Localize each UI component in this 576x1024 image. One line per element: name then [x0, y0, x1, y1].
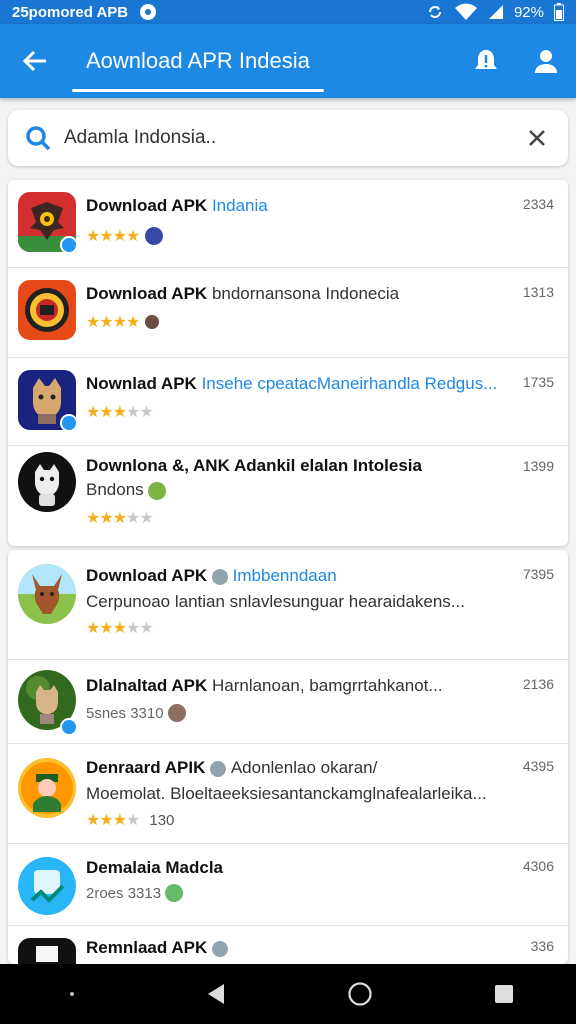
- mascot-app-icon: [18, 452, 76, 512]
- nav-menu-button[interactable]: [42, 964, 102, 1024]
- item-desc: Bndons: [86, 480, 167, 500]
- item-title: Download APK Imbbenndaan: [86, 566, 337, 585]
- editor-badge-icon: [145, 227, 164, 245]
- search-input[interactable]: [64, 127, 522, 149]
- results-card: Download APK Imbbenndaan Cerpunoao lanti…: [8, 550, 568, 964]
- item-title: Nownlad APK Insehe cpeatacManeirhandla R…: [86, 374, 498, 393]
- system-nav-bar: [0, 964, 576, 1024]
- list-item[interactable]: Download APK Imbbenndaan Cerpunoao lanti…: [8, 550, 568, 660]
- item-title: Download APK bndornansona Indonecia: [86, 284, 400, 303]
- tab-indicator: [72, 89, 324, 92]
- profile-button[interactable]: [516, 24, 576, 98]
- item-desc: Cerpunoao lantian snlavlesunguar hearaid…: [86, 592, 465, 611]
- search-icon[interactable]: [24, 124, 52, 152]
- character-app-icon: [18, 758, 76, 818]
- list-item[interactable]: Demalaia Madcla 2roes 3313 4306: [8, 844, 568, 926]
- results-card: Download APK Indania ★★★★ 2334 Download …: [8, 180, 568, 546]
- notification-button[interactable]: [456, 24, 516, 98]
- battery-icon: [554, 3, 564, 21]
- rating-stars: ★★★★★: [86, 620, 154, 637]
- item-title: Remnlaad APK: [86, 938, 228, 958]
- dot-icon: [70, 992, 74, 996]
- item-title: Denraard APIK Adonlenlao okaran/: [86, 758, 378, 777]
- rating-count: 130: [149, 811, 175, 829]
- blue-round-app-icon: [18, 856, 76, 916]
- status-icons: 92%: [426, 3, 564, 21]
- nav-back-button[interactable]: [186, 964, 246, 1024]
- item-title: Download APK Indania: [86, 196, 268, 215]
- clear-search-button[interactable]: [522, 123, 552, 153]
- list-item[interactable]: Downlona &, ANK Adankil elalan Intolesia…: [8, 446, 568, 546]
- item-title: Dlalnaltad APK Harnlanoan, bamgrrtahkano…: [86, 676, 443, 695]
- rating-stars: ★★★★: [86, 226, 164, 246]
- status-bar: 25pomored APB 92%: [0, 0, 576, 24]
- rating-stars: ★★★★★: [86, 404, 154, 421]
- item-desc: Moemolat. Bloeltaeeksiesantanckamglnafea…: [86, 784, 487, 803]
- item-number: 2136: [522, 676, 554, 692]
- item-title: Downlona &, ANK Adankil elalan Intolesia: [86, 456, 422, 475]
- sync-icon: [428, 6, 441, 18]
- item-number: 2334: [522, 196, 554, 212]
- item-number: 7395: [522, 566, 554, 582]
- triangle-back-icon: [208, 984, 224, 1004]
- verified-badge-icon: [60, 718, 78, 736]
- gear-badge-icon: [210, 760, 227, 777]
- rating-stars: ★★★★★: [86, 510, 154, 527]
- search-bar: [8, 110, 568, 166]
- list-item[interactable]: Download APK Indania ★★★★ 2334: [8, 180, 568, 268]
- user-icon: [535, 50, 557, 73]
- nav-recents-button[interactable]: [474, 964, 534, 1024]
- figure-badge-icon: [145, 315, 160, 329]
- bell-alert-icon: [475, 50, 497, 69]
- list-item[interactable]: Download APK bndornansona Indonecia ★★★★…: [8, 268, 568, 358]
- rating-stars: ★★★★: [86, 312, 160, 332]
- rating-stars: ★★★★ 130: [86, 811, 175, 830]
- battery-percent: 92%: [513, 3, 544, 21]
- deer-app-icon: [18, 564, 76, 624]
- arrow-left-icon: [22, 50, 46, 72]
- dark-app-icon: [18, 938, 76, 964]
- list-item[interactable]: Nownlad APK Insehe cpeatacManeirhandla R…: [8, 358, 568, 446]
- app-bar-actions: [456, 24, 576, 98]
- item-number: 1399: [522, 458, 554, 474]
- item-number: 1735: [522, 374, 554, 390]
- nav-home-button[interactable]: [330, 964, 390, 1024]
- emblem-app-icon: [18, 280, 76, 340]
- wifi-icon: [454, 3, 477, 20]
- back-button[interactable]: [0, 24, 70, 98]
- item-number: 4395: [522, 758, 554, 774]
- status-time: 25pomored APB: [12, 3, 129, 21]
- square-recents-icon: [495, 985, 513, 1003]
- gear-badge-icon: [211, 940, 228, 957]
- circle-home-icon: [348, 982, 372, 1006]
- list-item[interactable]: Dlalnaltad APK Harnlanoan, bamgrrtahkano…: [8, 660, 568, 744]
- item-meta: 5snes 3310: [86, 704, 186, 722]
- green-badge-icon: [148, 481, 167, 500]
- title-tab[interactable]: Aownload APR Indesia: [72, 24, 324, 98]
- item-title: Demalaia Madcla: [86, 858, 224, 877]
- item-number: 1313: [522, 284, 554, 300]
- item-number: 4306: [522, 858, 554, 874]
- list-item[interactable]: Remnlaad APK 336: [8, 926, 568, 964]
- signal-icon: [488, 5, 503, 19]
- item-meta: 2roes 3313: [86, 884, 184, 902]
- item-number: 336: [530, 938, 554, 954]
- verified-badge-icon: [60, 236, 78, 254]
- list-item[interactable]: Denraard APIK Adonlenlao okaran/ Moemola…: [8, 744, 568, 844]
- brown-badge-icon: [167, 704, 186, 722]
- close-icon: [529, 130, 545, 146]
- notification-dot-icon: [140, 4, 157, 20]
- app-bar: Aownload APR Indesia: [0, 24, 576, 98]
- page-title: Aownload APR Indesia: [86, 48, 310, 73]
- gear-badge-icon: [211, 568, 228, 585]
- verified-badge-icon: [60, 414, 78, 432]
- green-badge-icon: [165, 884, 184, 902]
